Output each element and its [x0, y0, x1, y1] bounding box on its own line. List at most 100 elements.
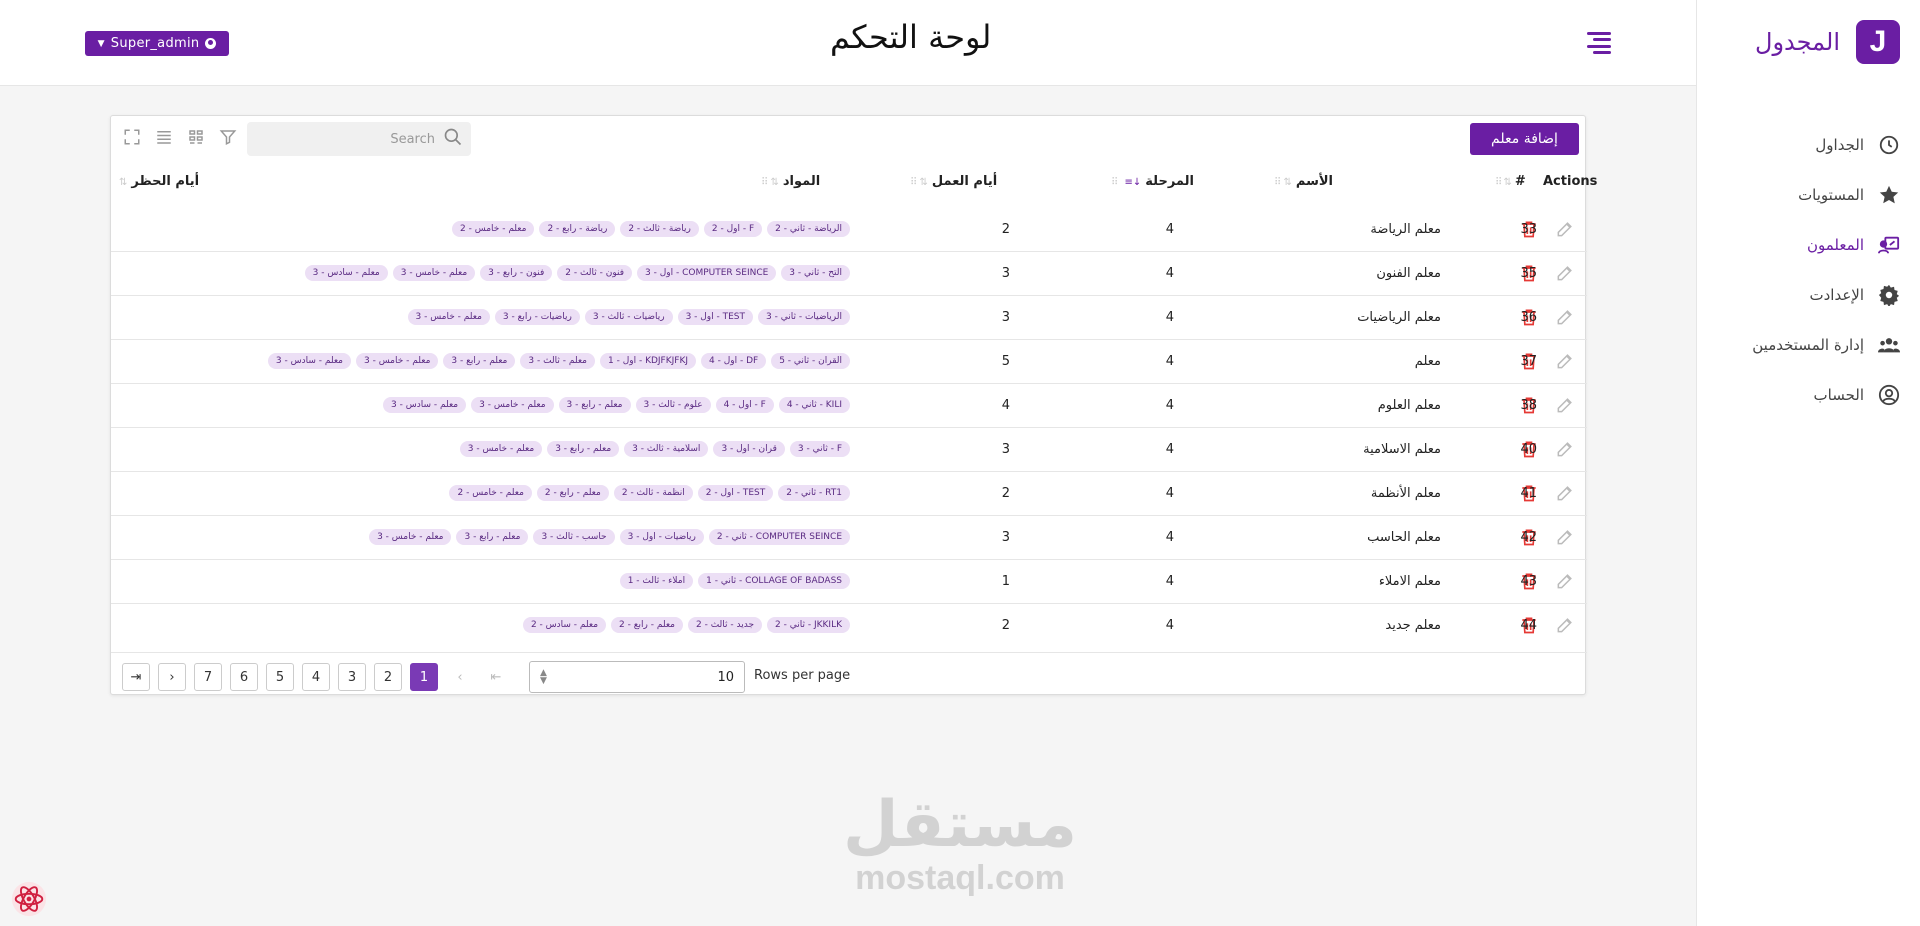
sidebar-item-teachers[interactable]: المعلمون — [1696, 220, 1920, 270]
table-header: Actions #⇅ ⠿ الأسم⇅ ⠿ المرحلة↓≡ ⠿ أيام ا… — [111, 166, 1597, 196]
page-button-3[interactable]: 3 — [338, 663, 366, 691]
first-page-button[interactable]: ⇤ — [482, 663, 510, 691]
edit-icon[interactable] — [1555, 483, 1575, 503]
page-buttons: ⇥ › 7 6 5 4 3 2 1 ‹ ⇤ — [122, 663, 510, 691]
row-subjects: COLLAGE OF BADASS - ثاني - 1 املاء - ثالث… — [619, 573, 850, 589]
row-subjects: F - ثاني - 3 قران - اول - 3 اسلامية - ثالث… — [459, 441, 850, 457]
edit-icon[interactable] — [1555, 219, 1575, 239]
subject-tag: F - اول - 2 — [703, 221, 763, 237]
pagination: ⇥ › 7 6 5 4 3 2 1 ‹ ⇤ ▲ ▼ 10 Rows per pag… — [111, 652, 1587, 696]
row-id: 41 — [1520, 486, 1537, 501]
page-button-1[interactable]: 1 — [410, 663, 438, 691]
row-stage: 4 — [1165, 222, 1174, 237]
top-header: ▼ Super_admin لوحة التحكم — [0, 0, 1696, 86]
fullscreen-icon[interactable] — [123, 128, 141, 146]
subject-tag: رياضة - رابع - 2 — [539, 221, 616, 237]
row-name: معلم الرياضة — [1370, 222, 1441, 237]
edit-icon[interactable] — [1555, 439, 1575, 459]
column-header-actions[interactable]: Actions — [1543, 174, 1597, 189]
subject-tag: معلم - خامس - 2 — [449, 485, 532, 501]
subject-tag: رياضيات - ثالث - 3 — [584, 309, 673, 325]
subject-tag: الرياضة - ثاني - 2 — [767, 221, 850, 237]
column-header-stage[interactable]: المرحلة↓≡ ⠿ — [1111, 174, 1194, 189]
edit-icon[interactable] — [1555, 571, 1575, 591]
edit-icon[interactable] — [1555, 527, 1575, 547]
subject-tag: فنون - رابع - 3 — [480, 265, 553, 281]
brand[interactable]: J المجدول — [1755, 20, 1900, 64]
subject-tag: F - ثاني - 3 — [789, 441, 850, 457]
edit-icon[interactable] — [1555, 263, 1575, 283]
subject-tag: JKKILK - ثاني - 2 — [767, 617, 850, 633]
row-subjects: RT1 - ثاني - 2 TEST - اول - 2 انظمة - ثالث… — [449, 485, 850, 501]
table-body: 33 معلم الرياضة 4 2 الرياضة - ثاني - 2F … — [111, 208, 1587, 648]
row-subjects: القران - ثاني - 5 DF - اول - 4 KDJFKJFKJ -… — [267, 353, 850, 369]
page-button-5[interactable]: 5 — [266, 663, 294, 691]
add-teacher-button[interactable]: إضافة معلم — [1470, 123, 1579, 155]
search-box[interactable] — [247, 122, 471, 156]
row-subjects: الرياضة - ثاني - 2F - اول - 2 رياضة - ثال… — [452, 221, 850, 237]
page-button-7[interactable]: 7 — [194, 663, 222, 691]
page-button-6[interactable]: 6 — [230, 663, 258, 691]
subject-tag: جديد - ثالث - 2 — [688, 617, 763, 633]
column-header-name[interactable]: الأسم⇅ ⠿ — [1274, 174, 1333, 189]
search-icon — [443, 127, 463, 151]
menu-toggle-icon[interactable] — [1587, 32, 1611, 54]
search-input[interactable] — [285, 131, 435, 147]
density-icon[interactable] — [155, 128, 173, 146]
prev-page-button[interactable]: ‹ — [446, 663, 474, 691]
star-icon — [1878, 184, 1900, 206]
subject-tag: القران - ثاني - 5 — [771, 353, 850, 369]
sidebar-item-label: الإعدادت — [1809, 286, 1864, 304]
edit-icon[interactable] — [1555, 351, 1575, 371]
filter-icon[interactable] — [219, 128, 237, 146]
subject-tag: معلم - سادس - 3 — [304, 265, 388, 281]
edit-icon[interactable] — [1555, 615, 1575, 635]
react-devtools-icon[interactable] — [10, 880, 48, 918]
page-button-4[interactable]: 4 — [302, 663, 330, 691]
column-header-banned-days[interactable]: أيام الحظر⇅ — [119, 174, 199, 189]
page-button-2[interactable]: 2 — [374, 663, 402, 691]
sidebar-item-user-management[interactable]: إدارة المستخدمين — [1696, 320, 1920, 370]
table-row: 38 معلم العلوم 4 4 KILI - ثاني - 4F - او… — [111, 384, 1587, 428]
row-stage: 4 — [1165, 398, 1174, 413]
row-name: معلم — [1414, 354, 1441, 369]
sort-active-icon: ↓≡ — [1124, 177, 1143, 188]
row-subjects: KILI - ثاني - 4F - اول - 4 علوم - ثالث - … — [383, 397, 850, 413]
subject-tag: معلم - خامس - 3 — [369, 529, 452, 545]
sidebar-item-account[interactable]: الحساب — [1696, 370, 1920, 420]
table-row: 37 معلم 4 5 القران - ثاني - 5 DF - اول - … — [111, 340, 1587, 384]
row-work-days: 4 — [1001, 398, 1010, 413]
subject-tag: انظمة - ثالث - 2 — [613, 485, 693, 501]
table-row: 35 معلم الفنون 4 3 التح - ثاني - 3 COMPUT… — [111, 252, 1587, 296]
row-id: 43 — [1520, 574, 1537, 589]
last-page-button[interactable]: ⇥ — [122, 663, 150, 691]
sidebar-item-levels[interactable]: المستويات — [1696, 170, 1920, 220]
sidebar-item-label: الحساب — [1813, 386, 1865, 404]
subject-tag: رياضيات - اول - 3 — [619, 529, 704, 545]
sidebar-item-label: المعلمون — [1806, 236, 1864, 254]
subject-tag: KILI - ثاني - 4 — [778, 397, 850, 413]
row-name: معلم جديد — [1385, 618, 1441, 633]
columns-icon[interactable] — [187, 128, 205, 146]
edit-icon[interactable] — [1555, 307, 1575, 327]
column-header-num[interactable]: #⇅ ⠿ — [1495, 174, 1526, 189]
row-name: معلم الأنظمة — [1370, 486, 1441, 501]
subject-tag: معلم - رابع - 3 — [456, 529, 529, 545]
row-work-days: 5 — [1001, 354, 1010, 369]
sidebar-item-settings[interactable]: الإعدادت — [1696, 270, 1920, 320]
sidebar-item-label: الجداول — [1815, 136, 1864, 154]
row-subjects: الرياضيات - ثاني - 3 TEST - اول - 3 رياضيا… — [407, 309, 850, 325]
edit-icon[interactable] — [1555, 395, 1575, 415]
subject-tag: DF - اول - 4 — [701, 353, 767, 369]
column-header-subjects[interactable]: المواد⇅ ⠿ — [761, 174, 820, 189]
user-menu-button[interactable]: ▼ Super_admin — [85, 31, 229, 56]
column-header-days[interactable]: أيام العمل⇅ ⠿ — [910, 174, 997, 189]
rows-per-page-label: Rows per page — [754, 668, 851, 683]
sidebar-item-schedules[interactable]: الجداول — [1696, 120, 1920, 170]
subject-tag: قران - اول - 3 — [713, 441, 785, 457]
next-page-button[interactable]: › — [158, 663, 186, 691]
subject-tag: F - اول - 4 — [715, 397, 774, 413]
rows-per-page-select[interactable]: ▲ ▼ 10 — [529, 661, 745, 693]
row-stage: 4 — [1165, 442, 1174, 457]
row-work-days: 2 — [1001, 618, 1010, 633]
